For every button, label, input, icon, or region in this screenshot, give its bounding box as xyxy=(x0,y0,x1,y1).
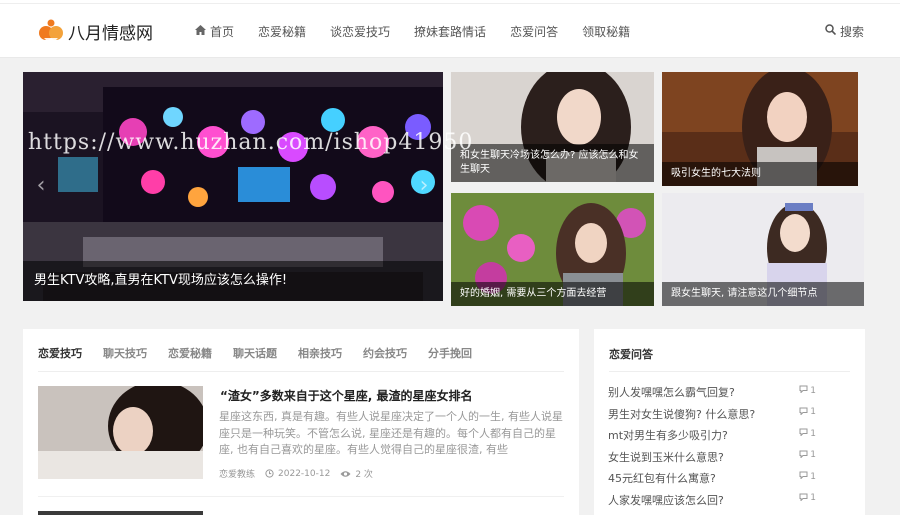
nav-love-qa[interactable]: 恋爱问答 xyxy=(510,23,558,40)
site-header: 八月情感网 首页 恋爱秘籍 谈恋爱技巧 撩妹套路情话 恋爱问答 领取秘籍 搜索 xyxy=(0,4,900,58)
article-panel: 恋爱技巧 聊天技巧 恋爱秘籍 聊天话题 相亲技巧 约会技巧 分手挽回 “渣女”多… xyxy=(23,329,579,515)
qa-sidebar: 恋爱问答 别人发嘿嘿怎么霸气回复? 1 男生对女生说傻狗? 什么意思? 1 mt… xyxy=(594,329,865,515)
post-category[interactable]: 恋爱教练 xyxy=(219,467,255,480)
post-title[interactable]: “渣女”多数来自于这个星座, 最渣的星座女排名 xyxy=(220,387,473,404)
qa-count-value: 1 xyxy=(810,407,816,417)
search-label: 搜索 xyxy=(839,24,864,39)
tabs-divider xyxy=(38,371,564,372)
category-tabs: 恋爱技巧 聊天技巧 恋爱秘籍 聊天话题 相亲技巧 约会技巧 分手挽回 xyxy=(38,345,493,361)
qa-comment-count: 1 xyxy=(799,471,816,482)
qa-comment-count: 1 xyxy=(799,450,816,461)
comment-icon xyxy=(799,471,808,482)
hero-main-slide[interactable]: 男生KTV攻略,直男在KTV现场应该怎么操作! xyxy=(23,72,443,301)
qa-question: 男生对女生说傻狗? 什么意思? xyxy=(608,407,756,421)
comment-icon xyxy=(799,407,808,418)
qa-question: mt对男生有多少吸引力? xyxy=(608,429,728,442)
nav-home[interactable]: 首页 xyxy=(195,23,234,40)
hero-main-caption: 男生KTV攻略,直男在KTV现场应该怎么操作! xyxy=(23,261,443,301)
clock-icon xyxy=(265,469,274,478)
main-nav: 首页 恋爱秘籍 谈恋爱技巧 撩妹套路情话 恋爱问答 领取秘籍 xyxy=(195,4,654,58)
post-date-value: 2022-10-12 xyxy=(278,468,331,479)
comment-icon xyxy=(799,428,808,439)
tab-chat-skills[interactable]: 聊天技巧 xyxy=(103,345,147,361)
nav-flirting-lines[interactable]: 撩妹套路情话 xyxy=(414,23,486,40)
qa-list: 别人发嘿嘿怎么霸气回复? 1 男生对女生说傻狗? 什么意思? 1 mt对男生有多… xyxy=(608,384,816,513)
hero-tile-caption: 跟女生聊天, 请注意这几个细节点 xyxy=(662,282,864,306)
post-views: 2 次 xyxy=(340,467,373,480)
qa-count-value: 1 xyxy=(810,450,816,460)
tab-blind-date[interactable]: 相亲技巧 xyxy=(298,345,342,361)
qa-item[interactable]: mt对男生有多少吸引力? 1 xyxy=(608,427,816,449)
slider-next-arrow[interactable]: › xyxy=(415,172,433,200)
qa-question: 人家发嘿嘿应该怎么回? xyxy=(608,493,724,507)
search-button[interactable]: 搜索 xyxy=(825,4,864,58)
qa-item[interactable]: 别人发嘿嘿怎么霸气回复? 1 xyxy=(608,384,816,406)
qa-question: 别人发嘿嘿怎么霸气回复? xyxy=(608,386,735,399)
site-name: 八月情感网 xyxy=(68,23,153,44)
hero-tile-3[interactable]: 好的婚姻, 需要从三个方面去经营 xyxy=(451,193,654,306)
qa-count-value: 1 xyxy=(810,493,816,503)
comment-icon xyxy=(799,493,808,504)
post-thumbnail[interactable] xyxy=(38,386,203,479)
qa-comment-count: 1 xyxy=(799,493,816,504)
hero-tile-2[interactable]: 吸引女生的七大法则 xyxy=(662,72,858,186)
comment-icon xyxy=(799,450,808,461)
qa-item[interactable]: 女生说到玉米什么意思? 1 xyxy=(608,449,816,471)
qa-comment-count: 1 xyxy=(799,428,816,439)
next-post-thumbnail[interactable] xyxy=(38,511,203,515)
post-views-value: 2 次 xyxy=(355,470,373,480)
tab-love-secrets[interactable]: 恋爱秘籍 xyxy=(168,345,212,361)
tab-chat-topics[interactable]: 聊天话题 xyxy=(233,345,277,361)
hero-tile-1[interactable]: 和女生聊天冷场该怎么办? 应该怎么和女生聊天 xyxy=(451,72,654,182)
nav-dating-tips[interactable]: 谈恋爱技巧 xyxy=(330,23,390,40)
watermark-text: https://www.huzhan.com/ishop41950 xyxy=(28,130,474,155)
post-date: 2022-10-12 xyxy=(265,469,330,479)
search-icon xyxy=(825,24,837,38)
qa-question: 女生说到玉米什么意思? xyxy=(608,450,724,464)
qa-question: 45元红包有什么寓意? xyxy=(608,472,716,485)
qa-count-value: 1 xyxy=(810,471,816,482)
sidebar-divider xyxy=(609,371,850,372)
eye-icon xyxy=(340,470,351,477)
nav-get-secrets[interactable]: 领取秘籍 xyxy=(582,23,630,40)
qa-comment-count: 1 xyxy=(799,407,816,418)
qa-count-value: 1 xyxy=(810,385,816,396)
nav-love-secrets[interactable]: 恋爱秘籍 xyxy=(258,23,306,40)
post-meta: 恋爱教练 2022-10-12 2 次 xyxy=(219,467,383,481)
qa-item[interactable]: 男生对女生说傻狗? 什么意思? 1 xyxy=(608,406,816,428)
home-icon xyxy=(195,24,206,38)
qa-count-value: 1 xyxy=(810,428,816,439)
nav-label: 首页 xyxy=(210,24,235,39)
post-divider xyxy=(38,496,564,497)
site-logo[interactable]: 八月情感网 xyxy=(36,16,153,46)
comment-icon xyxy=(799,385,808,396)
logo-icon xyxy=(36,16,66,46)
qa-item[interactable]: 45元红包有什么寓意? 1 xyxy=(608,470,816,492)
tab-breakup-recovery[interactable]: 分手挽回 xyxy=(428,345,472,361)
hero-tile-caption: 好的婚姻, 需要从三个方面去经营 xyxy=(451,282,654,306)
slider-prev-arrow[interactable]: ‹ xyxy=(32,172,50,200)
hero-tile-caption: 和女生聊天冷场该怎么办? 应该怎么和女生聊天 xyxy=(451,144,654,182)
qa-comment-count: 1 xyxy=(799,385,816,396)
hero-tile-caption: 吸引女生的七大法则 xyxy=(662,162,858,186)
qa-item[interactable]: 人家发嘿嘿应该怎么回? 1 xyxy=(608,492,816,514)
sidebar-title: 恋爱问答 xyxy=(609,348,653,361)
tab-love-skills[interactable]: 恋爱技巧 xyxy=(38,345,82,361)
post-excerpt: 星座这东西, 真是有趣。有些人说星座决定了一个人的一生, 有些人说星座只是一种玩… xyxy=(219,410,563,456)
tab-date-skills[interactable]: 约会技巧 xyxy=(363,345,407,361)
hero-tile-4[interactable]: 跟女生聊天, 请注意这几个细节点 xyxy=(662,193,864,306)
